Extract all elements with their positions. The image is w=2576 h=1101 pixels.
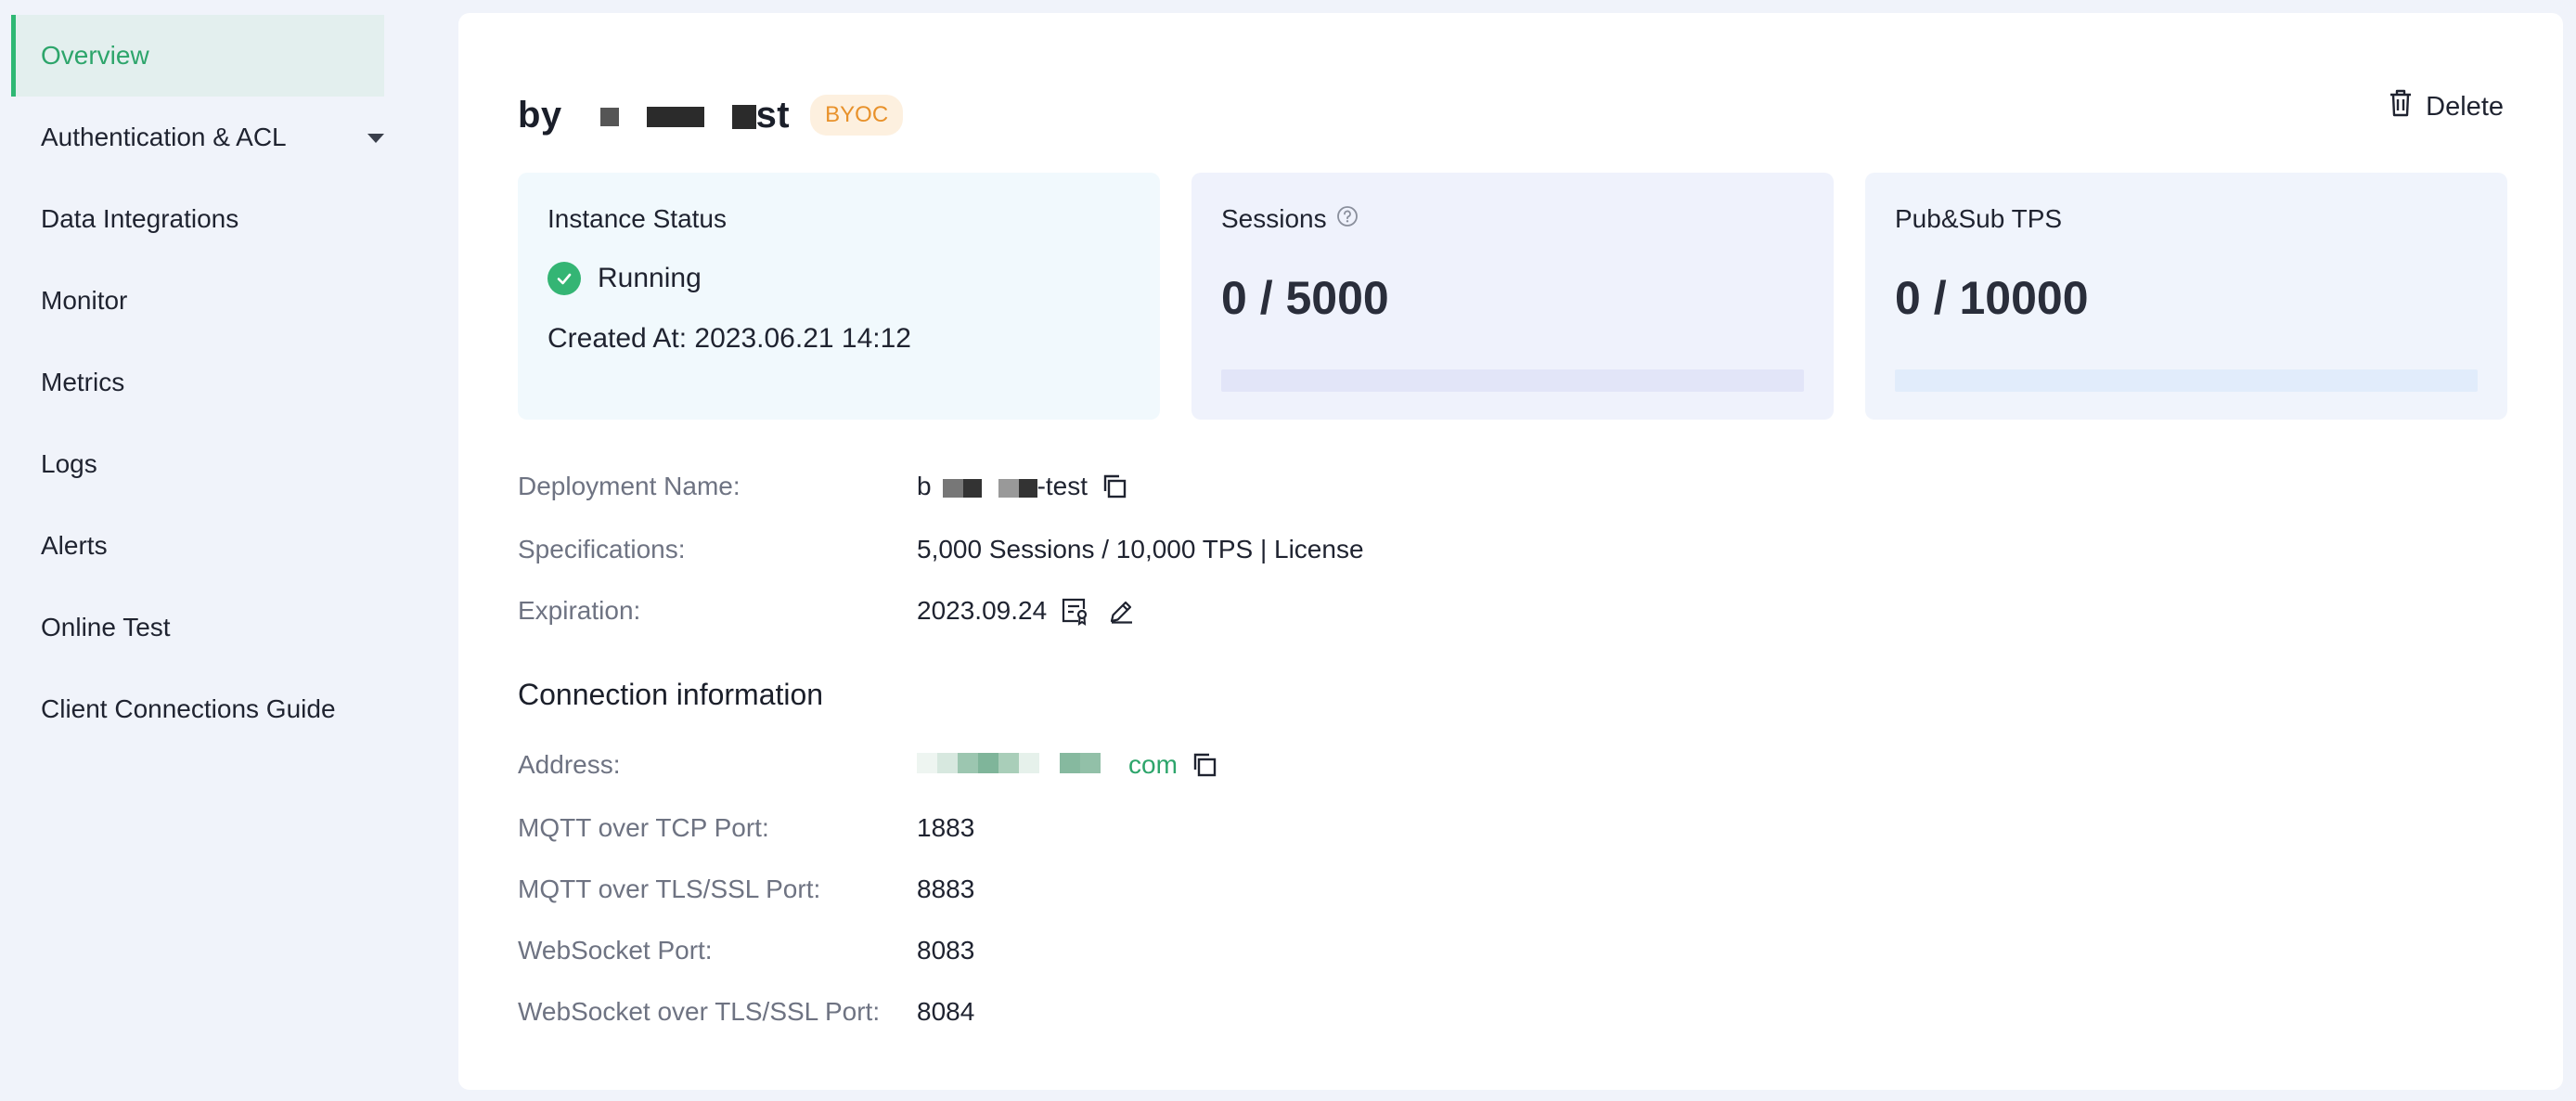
main-panel: by st BYOC Delete Instance Status Runnin…: [458, 13, 2563, 1090]
title-start: by: [518, 94, 562, 136]
redacted-block: [1019, 753, 1039, 773]
tls-port-value: 8883: [917, 874, 975, 903]
sidebar-item-label: Metrics: [41, 368, 125, 396]
sidebar-item-label: Overview: [41, 41, 149, 70]
edit-pencil-icon[interactable]: [1108, 597, 1136, 625]
address-row: Address: com: [518, 746, 1218, 784]
tcp-port-label: MQTT over TCP Port:: [518, 813, 769, 842]
sidebar-item-label: Online Test: [41, 613, 171, 641]
sidebar-item-label: Data Integrations: [41, 204, 239, 233]
websocket-tls-port-value: 8084: [917, 997, 975, 1026]
redacted-block: [1080, 753, 1101, 773]
websocket-port-row: WebSocket Port: 8083: [518, 932, 974, 969]
redacted-block: [937, 753, 958, 773]
sessions-card: Sessions 0 / 5000: [1191, 173, 1834, 420]
websocket-tls-port-row: WebSocket over TLS/SSL Port: 8084: [518, 993, 974, 1030]
created-at: Created At: 2023.06.21 14:12: [547, 323, 911, 354]
tcp-port-value: 1883: [917, 813, 975, 842]
expiration-value: 2023.09.24: [917, 596, 1048, 625]
address-link[interactable]: com: [1128, 750, 1178, 779]
check-circle-icon: [547, 262, 581, 295]
sessions-label: Sessions: [1221, 204, 1327, 233]
tcp-port-row: MQTT over TCP Port: 1883: [518, 810, 974, 847]
deployment-name-label: Deployment Name:: [518, 472, 741, 500]
specifications-label: Specifications:: [518, 535, 686, 563]
redacted-block: [646, 106, 704, 127]
instance-status-card: Instance Status Running Created At: 2023…: [518, 173, 1160, 420]
sidebar-item-label: Monitor: [41, 286, 128, 315]
websocket-port-label: WebSocket Port:: [518, 936, 713, 965]
websocket-port-value: 8083: [917, 936, 975, 965]
expiration-row: Expiration: 2023.09.24: [518, 592, 1136, 629]
redacted-block: [917, 753, 937, 773]
delete-label: Delete: [2426, 91, 2504, 122]
redacted-block: [978, 753, 998, 773]
help-circle-icon[interactable]: [1336, 204, 1359, 234]
connection-info-title: Connection information: [518, 678, 824, 711]
tls-port-label: MQTT over TLS/SSL Port:: [518, 874, 821, 903]
redacted-block: [1060, 753, 1080, 773]
redacted-block: [998, 478, 1019, 498]
sidebar: Overview Authentication & ACL Data Integ…: [0, 0, 408, 1101]
sessions-progress-bar: [1221, 369, 1804, 392]
redacted-block: [958, 753, 978, 773]
sidebar-item-online-test[interactable]: Online Test: [11, 587, 384, 668]
sidebar-item-label: Authentication & ACL: [41, 123, 287, 151]
deployment-name-end: -test: [1037, 472, 1088, 500]
deployment-name-start: b: [917, 472, 932, 500]
copy-address-icon[interactable]: [1191, 751, 1218, 779]
license-certificate-icon[interactable]: [1060, 596, 1089, 626]
sidebar-item-logs[interactable]: Logs: [11, 423, 384, 505]
sidebar-item-monitor[interactable]: Monitor: [11, 260, 384, 342]
byoc-badge: BYOC: [810, 95, 904, 136]
sidebar-item-label: Logs: [41, 449, 97, 478]
redacted-block: [942, 478, 963, 498]
redacted-block: [600, 107, 620, 126]
sidebar-item-alerts[interactable]: Alerts: [11, 505, 384, 587]
pubsub-tps-value: 0 / 10000: [1895, 272, 2089, 324]
instance-status-label: Instance Status: [547, 204, 728, 233]
redacted-block: [962, 478, 982, 498]
sidebar-item-label: Alerts: [41, 531, 108, 560]
caret-down-icon: [367, 134, 384, 143]
redacted-block: [998, 753, 1019, 773]
page-title: by st BYOC: [518, 78, 904, 152]
tls-port-row: MQTT over TLS/SSL Port: 8883: [518, 871, 974, 908]
expiration-label: Expiration:: [518, 596, 641, 625]
redacted-block: [731, 104, 756, 129]
websocket-tls-port-label: WebSocket over TLS/SSL Port:: [518, 997, 881, 1026]
sidebar-item-overview[interactable]: Overview: [11, 15, 384, 97]
title-end: st: [755, 94, 791, 136]
tps-progress-bar: [1895, 369, 2478, 392]
copy-icon[interactable]: [1101, 473, 1128, 500]
specifications-row: Specifications: 5,000 Sessions / 10,000 …: [518, 531, 1364, 568]
specifications-value: 5,000 Sessions / 10,000 TPS | License: [917, 535, 1364, 563]
deployment-name-row: Deployment Name: b -test: [518, 468, 1128, 505]
delete-button[interactable]: Delete: [2389, 89, 2504, 124]
address-label: Address:: [518, 750, 621, 779]
sidebar-item-data-integrations[interactable]: Data Integrations: [11, 178, 384, 260]
sidebar-item-client-connections-guide[interactable]: Client Connections Guide: [11, 668, 384, 750]
pubsub-tps-label: Pub&Sub TPS: [1895, 204, 2063, 233]
trash-icon: [2389, 89, 2413, 124]
status-text: Running: [598, 263, 702, 293]
sidebar-item-label: Client Connections Guide: [41, 694, 336, 723]
sidebar-item-metrics[interactable]: Metrics: [11, 342, 384, 423]
sidebar-item-authentication-acl[interactable]: Authentication & ACL: [11, 97, 384, 178]
pubsub-tps-card: Pub&Sub TPS 0 / 10000: [1865, 173, 2507, 420]
sessions-value: 0 / 5000: [1221, 272, 1389, 324]
redacted-block: [1018, 478, 1037, 498]
